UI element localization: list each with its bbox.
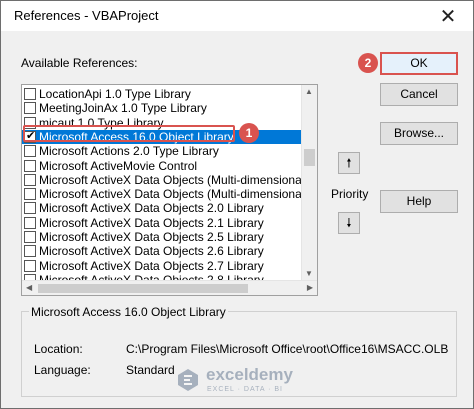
horizontal-scroll-thumb[interactable]: [38, 284, 248, 293]
available-references-label: Available References:: [21, 56, 138, 70]
reference-list-item[interactable]: Microsoft ActiveX Data Objects (Multi-di…: [22, 173, 308, 187]
priority-label: Priority: [331, 187, 369, 201]
reference-label: Microsoft ActiveMovie Control: [39, 158, 198, 173]
reference-checkbox[interactable]: [24, 202, 36, 215]
reference-label: LocationApi 1.0 Type Library: [39, 87, 191, 101]
reference-label: Microsoft ActiveX Data Objects 2.7 Libra…: [39, 258, 264, 273]
reference-list-item[interactable]: Microsoft ActiveX Data Objects 2.6 Libra…: [22, 244, 302, 258]
language-label: Language:: [34, 363, 91, 377]
reference-label: Microsoft Actions 2.0 Type Library: [39, 144, 219, 159]
watermark-tagline: EXCEL · DATA · BI: [207, 386, 283, 393]
location-label: Location:: [34, 342, 83, 356]
references-list[interactable]: LocationApi 1.0 Type Library MeetingJoinA…: [21, 84, 318, 296]
reference-list-item[interactable]: Microsoft ActiveX Data Objects 2.0 Libra…: [22, 201, 302, 215]
reference-label: Microsoft ActiveX Data Objects (Multi-di…: [39, 187, 309, 202]
details-title: Microsoft Access 16.0 Object Library: [29, 305, 228, 319]
priority-up-button[interactable]: 🠕: [338, 152, 360, 174]
reference-checkbox[interactable]: [24, 145, 36, 158]
reference-list-item[interactable]: Microsoft ActiveMovie Control: [22, 159, 302, 173]
reference-list-item[interactable]: Microsoft ActiveX Data Objects 2.1 Libra…: [22, 216, 302, 230]
title-bar: References - VBAProject ✕: [1, 1, 473, 31]
reference-list-item[interactable]: Microsoft ActiveX Data Objects (Multi-di…: [22, 187, 308, 201]
reference-label: Microsoft ActiveX Data Objects 2.5 Libra…: [39, 230, 264, 244]
reference-checkbox[interactable]: [24, 245, 36, 258]
location-row: Location: C:\Program Files\Microsoft Offi…: [34, 342, 448, 356]
help-button[interactable]: Help: [380, 190, 458, 213]
cancel-button[interactable]: Cancel: [380, 83, 458, 106]
selection-annotation-box: [23, 125, 235, 142]
scroll-left-icon[interactable]: ◀: [26, 283, 32, 292]
close-icon[interactable]: ✕: [437, 5, 459, 27]
scroll-up-icon[interactable]: ▲: [305, 87, 313, 96]
scroll-down-icon[interactable]: ▼: [305, 269, 313, 278]
exceldemy-logo-icon: [178, 369, 198, 391]
reference-checkbox[interactable]: [24, 231, 36, 243]
reference-list-item[interactable]: LocationApi 1.0 Type Library: [22, 87, 302, 101]
priority-down-button[interactable]: 🠗: [338, 212, 360, 234]
reference-checkbox[interactable]: [24, 102, 36, 115]
arrow-down-icon: 🠗: [346, 216, 352, 230]
reference-label: Microsoft ActiveX Data Objects 2.0 Libra…: [39, 201, 264, 216]
reference-checkbox[interactable]: [24, 259, 36, 272]
location-value: C:\Program Files\Microsoft Office\root\O…: [126, 342, 449, 356]
arrow-up-icon: 🠕: [346, 156, 352, 170]
reference-list-item[interactable]: Microsoft Actions 2.0 Type Library: [22, 144, 302, 158]
language-row: Language: Standard: [34, 363, 175, 377]
reference-label: Microsoft ActiveX Data Objects 2.6 Libra…: [39, 244, 264, 259]
horizontal-scrollbar[interactable]: ◀ ▶: [22, 280, 317, 295]
scroll-right-icon[interactable]: ▶: [307, 283, 313, 292]
reference-label: Microsoft ActiveX Data Objects (Multi-di…: [39, 172, 309, 187]
reference-list-item[interactable]: MeetingJoinAx 1.0 Type Library: [22, 101, 302, 115]
step-2-badge: 2: [358, 53, 378, 73]
reference-checkbox[interactable]: [24, 159, 36, 172]
reference-checkbox[interactable]: [24, 173, 36, 186]
reference-label: Microsoft ActiveX Data Objects 2.1 Libra…: [39, 215, 264, 230]
language-value: Standard: [126, 363, 175, 377]
reference-label: MeetingJoinAx 1.0 Type Library: [39, 101, 207, 116]
reference-list-item[interactable]: Microsoft ActiveX Data Objects 2.7 Libra…: [22, 259, 302, 273]
step-1-badge: 1: [239, 123, 259, 143]
watermark-name: exceldemy: [206, 365, 293, 384]
references-dialog: References - VBAProject ✕ Available Refe…: [0, 0, 474, 409]
ok-button[interactable]: OK: [380, 52, 458, 75]
reference-list-item[interactable]: Microsoft ActiveX Data Objects 2.5 Libra…: [22, 230, 302, 244]
browse-button[interactable]: Browse...: [380, 122, 458, 145]
reference-checkbox[interactable]: [24, 216, 36, 229]
vertical-scrollbar[interactable]: ▲ ▼: [301, 85, 317, 280]
vertical-scroll-thumb[interactable]: [304, 149, 315, 166]
reference-checkbox[interactable]: [24, 88, 36, 100]
exceldemy-watermark: exceldemy EXCEL · DATA · BI: [176, 364, 316, 400]
reference-checkbox[interactable]: [24, 188, 36, 201]
window-title: References - VBAProject: [14, 8, 159, 23]
